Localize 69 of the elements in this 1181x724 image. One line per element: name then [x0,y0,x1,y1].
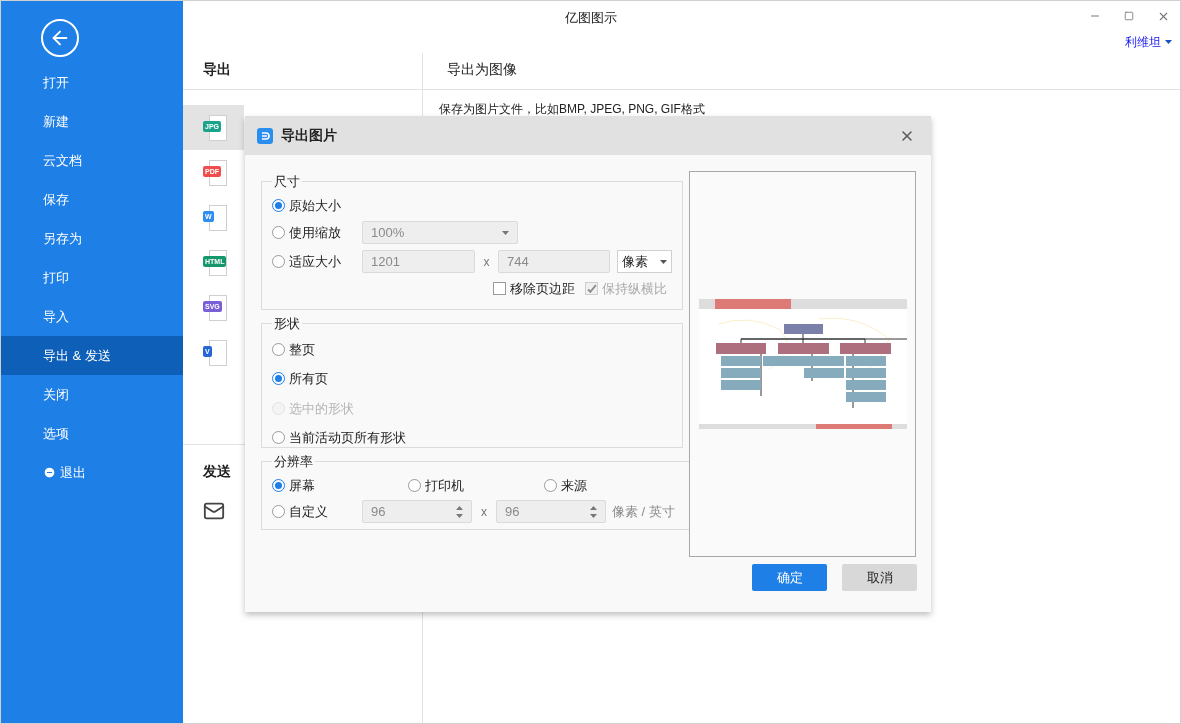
radio-button[interactable] [272,198,285,212]
mail-icon[interactable] [203,500,225,522]
height-field[interactable]: 744 [498,250,610,273]
spin-up-icon [590,505,597,510]
spin-up-icon [456,505,463,510]
radio-button[interactable] [408,478,421,492]
sidebar-item[interactable]: 打开 [1,63,183,102]
group-title: 形状 [273,315,301,333]
radio-label: 打印机 [425,476,464,495]
section-title: 导出为图像 [446,60,518,79]
caret-icon [1165,40,1172,44]
sidebar-item[interactable]: 另存为 [1,219,183,258]
zoom-dropdown[interactable]: 100% [362,221,518,244]
unit-label: 像素 / 英寸 [612,502,675,521]
caret-icon [502,230,509,235]
dpi-field[interactable]: 96 [362,500,472,523]
back-button[interactable] [41,19,79,57]
radio-button[interactable] [272,226,285,239]
radio-label: 使用缩放 [289,223,341,242]
width-field[interactable]: 1201 [362,250,475,273]
sidebar-item[interactable]: 关闭 [1,375,183,414]
times-sign: x [482,253,491,271]
radio-button[interactable] [272,505,285,518]
app-logo-icon [257,127,273,144]
window-title: 亿图图示 [565,9,617,27]
sidebar-item[interactable]: 选项 [1,414,183,453]
group-title: 分辨率 [273,453,314,471]
radio-label: 适应大小 [289,252,341,271]
dialog-title: 导出图片 [281,126,337,145]
sidebar-item[interactable]: 保存 [1,180,183,219]
section-title: 导出 [202,60,232,79]
times-sign: x [480,503,488,521]
section-title: 发送 [203,462,231,481]
radio-button[interactable] [272,255,285,268]
checkbox[interactable] [493,282,506,296]
spin-down-icon [590,513,597,518]
radio-button[interactable] [272,478,285,492]
spin-down-icon [456,513,463,518]
cancel-button[interactable]: 取消 [842,564,917,591]
maximize-icon [1124,11,1134,21]
confirm-button[interactable]: 确定 [752,564,827,591]
radio-label: 选中的形状 [289,399,354,418]
sidebar-item[interactable]: 云文档 [1,141,183,180]
caret-icon [660,259,667,264]
radio-button[interactable] [272,342,285,356]
description-text: 保存为图片文件，比如BMP, JPEG, PNG, GIF格式 [439,102,705,116]
radio-label: 屏幕 [289,476,315,495]
unit-dropdown[interactable]: 像素 [617,250,672,273]
user-menu[interactable]: 利维坦 [1125,33,1172,51]
sidebar-item[interactable]: 打印 [1,258,183,297]
checkbox-label: 移除页边距 [510,280,575,298]
radio-button[interactable] [272,372,285,386]
sidebar-item[interactable]: 导入 [1,297,183,336]
exit-icon [43,466,56,479]
dpi-field[interactable]: 96 [496,500,606,523]
radio-label: 所有页 [289,370,328,388]
sidebar-item[interactable]: 导出 & 发送 [1,336,183,375]
group-title: 尺寸 [273,173,301,191]
sidebar-item[interactable]: 退出 [1,453,183,492]
radio-label: 整页 [289,340,315,359]
checkbox-label: 保持纵横比 [602,280,667,298]
radio-label: 来源 [561,476,587,495]
radio-label: 当前活动页所有形状 [289,429,406,447]
sidebar-item[interactable]: 新建 [1,102,183,141]
radio-button[interactable] [544,478,557,492]
checkmark-icon [586,283,597,294]
radio-label: 自定义 [289,502,328,521]
radio-label: 原始大小 [289,196,341,215]
radio-button[interactable] [272,431,285,445]
